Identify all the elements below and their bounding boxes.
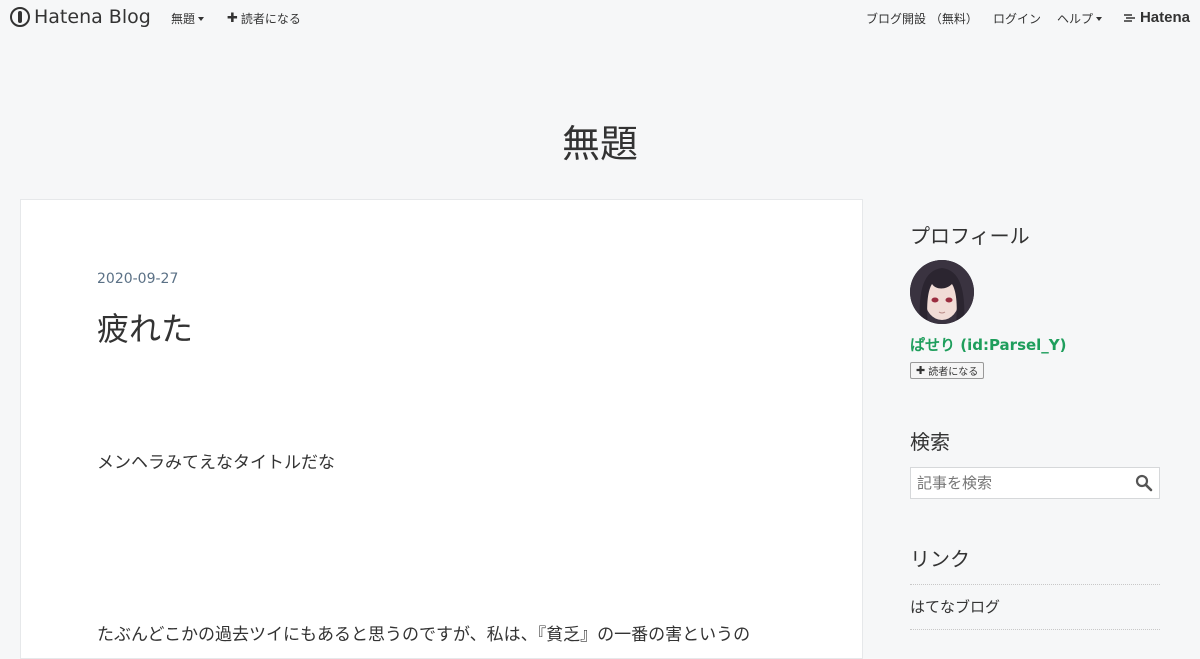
caret-down-icon: [198, 16, 205, 21]
article-paragraph: たぶんどこかの過去ツイにもあると思うのですが、私は、『貧乏』の一番の害というの: [97, 625, 751, 645]
search-heading: 検索: [910, 430, 950, 454]
sidebar-subscribe-button[interactable]: ✚ 読者になる: [910, 362, 985, 379]
sidebar: プロフィール ぱせり (id:Parsel_Y) ✚ 読者になる 検索 リンク …: [892, 199, 1178, 659]
search-input[interactable]: [911, 468, 1143, 498]
top-bar: Hatena Blog 無題 ✚ 読者になる ブログ開設 （無料） ログイン ヘ…: [0, 0, 1200, 36]
help-label: ヘルプ: [1057, 12, 1094, 26]
profile-name-link[interactable]: ぱせり (id:Parsel_Y): [910, 334, 1067, 355]
plus-icon: ✚: [916, 364, 926, 377]
subscribe-link[interactable]: ✚ 読者になる: [227, 10, 301, 27]
blog-menu-dropdown[interactable]: 無題: [171, 10, 205, 27]
hatena-mark-icon: [1123, 13, 1135, 22]
hatena-brand-text: Hatena: [1139, 9, 1190, 26]
help-dropdown[interactable]: ヘルプ: [1057, 10, 1103, 27]
caret-down-icon: [1096, 16, 1103, 21]
blog-menu-label: 無題: [171, 12, 196, 26]
hatena-blog-logo-icon: [10, 7, 30, 27]
subscribe-link-label: 読者になる: [240, 12, 301, 26]
article-paragraph: メンヘラみてえなタイトルだな: [97, 453, 335, 473]
avatar-image: [910, 260, 974, 324]
sidebar-subscribe-label: 読者になる: [928, 367, 979, 378]
search-icon[interactable]: [1135, 474, 1153, 492]
plus-icon: ✚: [227, 11, 238, 26]
hatena-blog-logo[interactable]: Hatena Blog: [10, 6, 151, 28]
profile-heading: プロフィール: [910, 224, 1030, 248]
profile-avatar[interactable]: [910, 260, 974, 324]
links-heading: リンク: [910, 547, 970, 571]
login-label: ログイン: [993, 12, 1042, 26]
login-link[interactable]: ログイン: [993, 10, 1041, 27]
search-box: [910, 467, 1160, 499]
open-blog-label: ブログ開設 （無料）: [866, 12, 978, 26]
article-card: 2020-09-27 疲れた メンヘラみてえなタイトルだな たぶんどこかの過去ツ…: [20, 199, 863, 659]
blog-title[interactable]: 無題: [0, 113, 1200, 168]
hatena-brand-link[interactable]: Hatena: [1123, 9, 1190, 26]
logo-text: Hatena Blog: [34, 6, 151, 28]
open-blog-link[interactable]: ブログ開設 （無料）: [866, 10, 978, 27]
link-list: はてなブログ: [910, 584, 1160, 630]
article-date[interactable]: 2020-09-27: [97, 271, 178, 287]
link-item-hatena-blog[interactable]: はてなブログ: [910, 585, 1160, 630]
article-title[interactable]: 疲れた: [97, 304, 193, 350]
